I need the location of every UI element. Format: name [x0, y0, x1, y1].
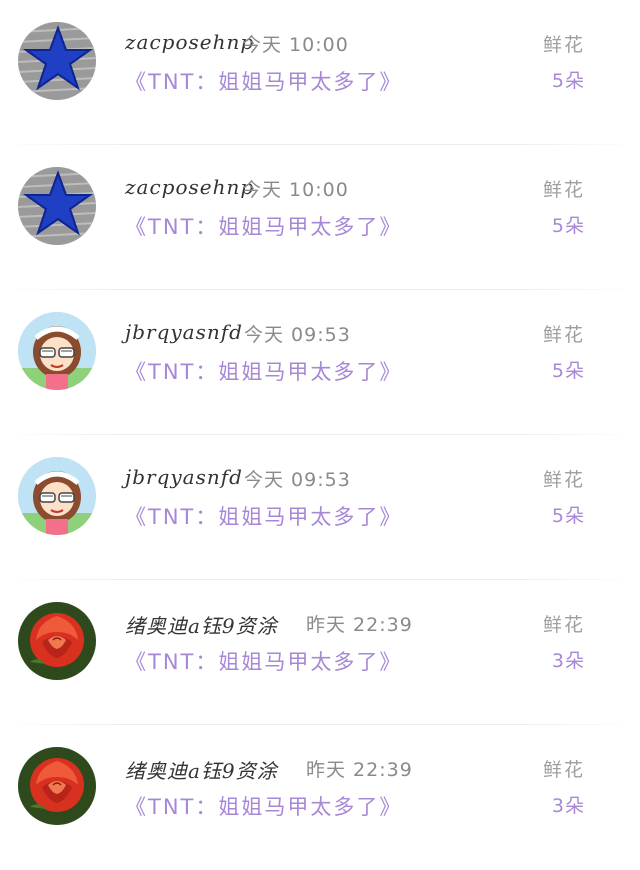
list-item[interactable]: zacposehnp 今天 10:00 《TNT：姐姐马甲太多了》 鲜花 5朵 — [0, 0, 640, 145]
timestamp: 今天 10:00 — [242, 34, 349, 56]
list-item[interactable]: zacposehnp 今天 10:00 《TNT：姐姐马甲太多了》 鲜花 5朵 — [0, 145, 640, 290]
gift-type-label: 鲜花 — [542, 614, 585, 636]
star-avatar-icon — [18, 167, 96, 245]
rose-avatar-icon — [18, 602, 96, 680]
gift-count: 3朵 — [551, 795, 585, 817]
star-avatar-icon — [18, 22, 96, 100]
user-name[interactable]: 绪奥迪a钰9资涂 — [125, 610, 278, 639]
avatar[interactable] — [18, 167, 96, 245]
cartoon-girl-avatar-icon — [18, 312, 96, 390]
gift-record-list: zacposehnp 今天 10:00 《TNT：姐姐马甲太多了》 鲜花 5朵 … — [0, 0, 640, 828]
user-name[interactable]: jbrqyasnfd — [125, 465, 243, 489]
avatar[interactable] — [18, 457, 96, 535]
book-title[interactable]: 《TNT：姐姐马甲太多了》 — [125, 211, 402, 241]
cartoon-girl-avatar-icon — [18, 457, 96, 535]
book-title[interactable]: 《TNT：姐姐马甲太多了》 — [125, 356, 402, 386]
gift-count: 5朵 — [551, 505, 585, 527]
list-item[interactable]: 绪奥迪a钰9资涂 昨天 22:39 《TNT：姐姐马甲太多了》 鲜花 3朵 — [0, 580, 640, 725]
rose-avatar-icon — [18, 747, 96, 825]
list-item[interactable]: jbrqyasnfd 今天 09:53 《TNT：姐姐马甲太多了》 鲜花 5朵 — [0, 290, 640, 435]
book-title[interactable]: 《TNT：姐姐马甲太多了》 — [125, 66, 402, 96]
user-name[interactable]: 绪奥迪a钰9资涂 — [125, 755, 278, 784]
user-name[interactable]: jbrqyasnfd — [125, 320, 243, 344]
gift-count: 3朵 — [551, 650, 585, 672]
gift-type-label: 鲜花 — [542, 34, 585, 56]
gift-count: 5朵 — [551, 70, 585, 92]
list-item[interactable]: jbrqyasnfd 今天 09:53 《TNT：姐姐马甲太多了》 鲜花 5朵 — [0, 435, 640, 580]
timestamp: 今天 10:00 — [242, 179, 349, 201]
book-title[interactable]: 《TNT：姐姐马甲太多了》 — [125, 501, 402, 531]
avatar[interactable] — [18, 22, 96, 100]
list-item[interactable]: 绪奥迪a钰9资涂 昨天 22:39 《TNT：姐姐马甲太多了》 鲜花 3朵 — [0, 725, 640, 870]
avatar[interactable] — [18, 747, 96, 825]
gift-type-label: 鲜花 — [542, 469, 585, 491]
book-title[interactable]: 《TNT：姐姐马甲太多了》 — [125, 791, 402, 821]
gift-type-label: 鲜花 — [542, 324, 585, 346]
gift-count: 5朵 — [551, 215, 585, 237]
user-name[interactable]: zacposehnp — [125, 30, 254, 54]
book-title[interactable]: 《TNT：姐姐马甲太多了》 — [125, 646, 402, 676]
avatar[interactable] — [18, 602, 96, 680]
timestamp: 昨天 22:39 — [306, 759, 413, 781]
gift-type-label: 鲜花 — [542, 179, 585, 201]
avatar[interactable] — [18, 312, 96, 390]
gift-count: 5朵 — [551, 360, 585, 382]
timestamp: 今天 09:53 — [244, 469, 351, 491]
timestamp: 今天 09:53 — [244, 324, 351, 346]
timestamp: 昨天 22:39 — [306, 614, 413, 636]
user-name[interactable]: zacposehnp — [125, 175, 254, 199]
gift-type-label: 鲜花 — [542, 759, 585, 781]
